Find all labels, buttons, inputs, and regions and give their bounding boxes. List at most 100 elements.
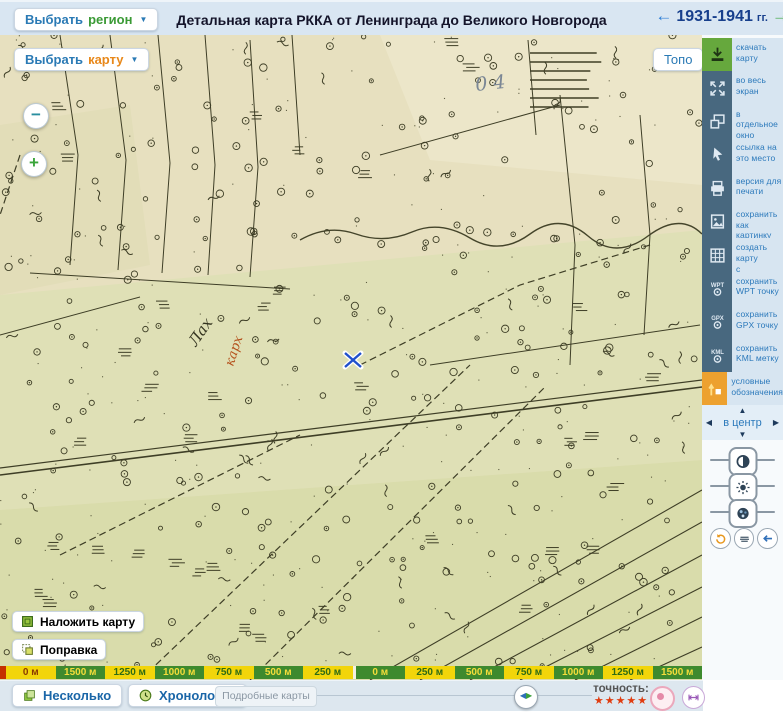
contrast-slider[interactable]: [710, 447, 775, 476]
multiple-maps-icon: [24, 690, 35, 701]
save-as-image-label: сохранить как картинку: [732, 204, 783, 240]
map-years-suffix: гг.: [756, 12, 768, 24]
select-region-button[interactable]: Выбрать регион ▼: [14, 8, 159, 31]
fullscreen-icon: [702, 71, 732, 105]
pan-right-arrow-icon[interactable]: ▶: [773, 418, 779, 427]
saturation-slider[interactable]: [710, 499, 775, 528]
chevron-down-icon: ▼: [130, 55, 139, 64]
sidebar-item-georeferenced-map[interactable]: создать карту с привязкой: [702, 238, 783, 284]
tools-sidebar: скачать карту во весь экран в отдельное ок…: [702, 35, 783, 680]
pan-up-arrow-icon[interactable]: ▲: [739, 406, 747, 415]
overlay-map-button[interactable]: Наложить карту: [12, 611, 145, 632]
measure-distance-button[interactable]: [682, 686, 705, 709]
chevron-down-icon: ▼: [139, 15, 148, 24]
scale-segment[interactable]: 1000 м: [154, 666, 204, 679]
timeline-slider-handle[interactable]: ◀▶: [514, 685, 538, 709]
scale-segment[interactable]: 1500 м: [55, 666, 105, 679]
scale-segment[interactable]: 0 м: [355, 666, 405, 679]
select-region-label-1: Выбрать: [25, 12, 84, 27]
save-kml-label: сохранить KML метку: [732, 338, 783, 372]
correction-label: Поправка: [40, 642, 98, 657]
select-map-label-1: Выбрать: [25, 52, 84, 67]
sidebar-item-print-version[interactable]: версия для печати: [702, 171, 783, 205]
topo-layer-button[interactable]: Топо: [653, 48, 702, 71]
prev-map-arrow-icon[interactable]: ←: [655, 6, 672, 26]
sidebar-item-fullscreen[interactable]: во весь экран: [702, 71, 783, 105]
detailed-maps-label: Подробные карты: [215, 686, 317, 707]
sidebar-item-save-wpt[interactable]: WPT сохранить WPT точку: [702, 271, 783, 306]
year-navigation: ← 1931-1941 гг. →: [655, 6, 783, 26]
sidebar-item-save-as-image[interactable]: сохранить как картинку: [702, 204, 783, 240]
zoom-out-button[interactable]: −: [23, 103, 49, 129]
correction-button[interactable]: Поправка: [12, 639, 107, 660]
center-map-button[interactable]: в центр: [723, 417, 761, 429]
record-position-button[interactable]: [650, 686, 675, 711]
map-years: 1931-1941: [676, 8, 753, 25]
map-canvas[interactable]: Лах карх 0 4 Выбрать карту ▼ Топо − + Нало…: [0, 35, 702, 680]
ruler-icon: [688, 694, 699, 701]
scale-segment[interactable]: 0 м: [6, 666, 56, 679]
fullscreen-label: во весь экран: [732, 71, 783, 105]
overlay-layers-icon: [22, 616, 33, 627]
scale-segment[interactable]: 1250 м: [105, 666, 155, 679]
select-map-label-2: карту: [88, 52, 124, 67]
save-wpt-label: сохранить WPT точку: [732, 271, 783, 306]
georeferenced-map-label: создать карту с привязкой: [732, 238, 783, 284]
scale-segment[interactable]: 500 м: [253, 666, 303, 679]
download-map-label: скачать карту: [732, 38, 783, 72]
map-place-label: 0 4: [474, 71, 506, 96]
rotate-reset-button[interactable]: [710, 528, 731, 549]
sidebar-item-save-gpx[interactable]: GPX сохранить GPX точку: [702, 305, 783, 339]
clock-icon: [139, 689, 152, 702]
next-map-arrow-icon[interactable]: →: [772, 6, 783, 26]
print-version-icon: [702, 171, 732, 205]
bottom-bar: Несколько Хронология Подробные карты ◀▶ …: [0, 680, 705, 711]
svg-text:KML: KML: [711, 350, 724, 356]
brightness-slider[interactable]: [710, 473, 775, 502]
save-kml-icon: KML: [702, 338, 732, 372]
historical-map-image: Лахкарх0 4: [0, 35, 702, 680]
georeferenced-map-icon: [702, 238, 732, 272]
save-gpx-icon: GPX: [702, 305, 732, 339]
zoom-in-button[interactable]: +: [21, 151, 47, 177]
sidebar-item-link-to-place[interactable]: ссылка на это место: [702, 138, 783, 172]
save-wpt-icon: WPT: [702, 271, 732, 306]
sidebar-item-download-map[interactable]: скачать карту: [702, 38, 783, 72]
map-legend-icon: [702, 371, 728, 406]
scale-segment[interactable]: 1500 м: [652, 666, 702, 679]
scale-segment[interactable]: 1000 м: [553, 666, 603, 679]
layers-toggle-button[interactable]: [733, 528, 755, 549]
print-version-label: версия для печати: [732, 171, 783, 205]
scale-segment[interactable]: 750 м: [204, 666, 254, 679]
back-button[interactable]: [757, 528, 779, 549]
correction-icon: [22, 644, 33, 655]
separate-window-icon: [702, 104, 732, 139]
accuracy-label: точность:: [593, 683, 649, 695]
contrast-icon[interactable]: [728, 447, 757, 476]
colors-icon[interactable]: [728, 499, 757, 528]
select-map-button[interactable]: Выбрать карту ▼: [14, 48, 150, 71]
save-gpx-label: сохранить GPX точку: [732, 305, 783, 339]
link-to-place-icon: [702, 138, 732, 172]
accuracy-block: точность: ★★★★★: [588, 683, 654, 707]
scale-segment[interactable]: 500 м: [454, 666, 504, 679]
sidebar-item-save-kml[interactable]: KML сохранить KML метку: [702, 338, 783, 372]
scale-segment[interactable]: 250 м: [405, 666, 455, 679]
pan-down-arrow-icon[interactable]: ▼: [739, 430, 747, 439]
map-viewer-app: Детальная карта РККА от Ленинграда до Ве…: [0, 0, 783, 716]
top-bar: Детальная карта РККА от Ленинграда до Ве…: [0, 0, 783, 37]
sidebar-item-separate-window[interactable]: в отдельное окно: [702, 104, 783, 140]
pan-control: ▲ ◀ в центр ▶ ▼: [702, 405, 783, 440]
pan-left-arrow-icon[interactable]: ◀: [706, 418, 712, 427]
scale-segment[interactable]: 1250 м: [603, 666, 653, 679]
multiple-maps-label: Несколько: [43, 688, 112, 703]
tools-list: скачать карту во весь экран в отдельное ок…: [702, 38, 783, 406]
multiple-maps-button[interactable]: Несколько: [12, 684, 123, 707]
brightness-icon[interactable]: [728, 473, 757, 502]
scale-segment[interactable]: 250 м: [303, 666, 353, 679]
scale-segment[interactable]: 750 м: [504, 666, 554, 679]
sidebar-item-map-legend[interactable]: условные обозначения: [702, 371, 783, 406]
scale-bar: 0 м 1500 м 1250 м 1000 м 750 м 500 м 250 м0 м2…: [0, 666, 702, 679]
overlay-map-label: Наложить карту: [40, 614, 136, 629]
svg-text:GPX: GPX: [711, 316, 724, 322]
